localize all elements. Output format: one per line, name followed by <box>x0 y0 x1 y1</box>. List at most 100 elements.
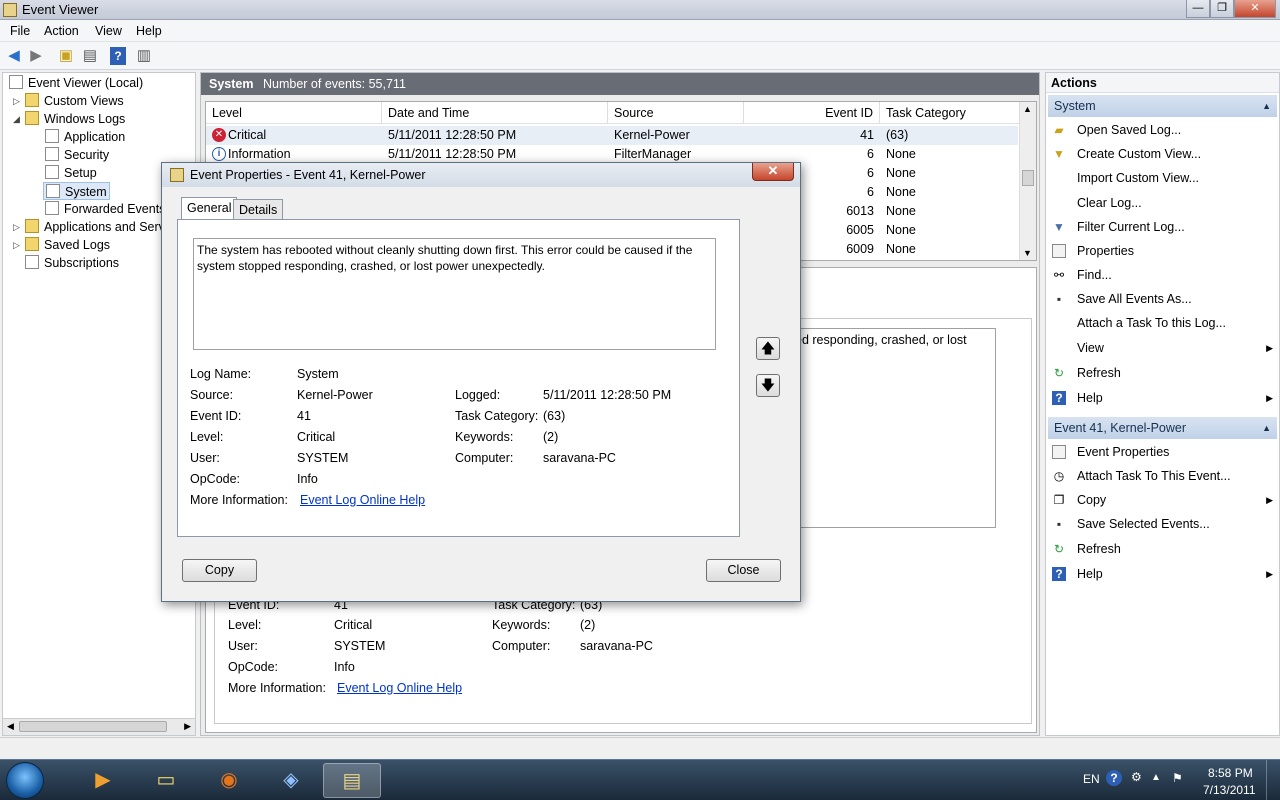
tree-item-saved-logs[interactable]: ▷ Saved Logs <box>13 236 110 254</box>
clock-date[interactable]: 7/13/2011 <box>1203 783 1256 797</box>
keywords-value: (2) <box>543 430 559 444</box>
tab-details[interactable]: Details <box>233 199 284 221</box>
menu-file[interactable]: File <box>10 24 30 38</box>
collapse-icon[interactable]: ▲ <box>1262 95 1271 117</box>
column-date-time[interactable]: Date and Time <box>382 102 608 124</box>
event-viewer-icon <box>9 75 23 89</box>
expand-arrow-icon[interactable]: ▷ <box>13 218 20 236</box>
action-center-flag-icon[interactable]: ⚑ <box>1172 771 1183 785</box>
tray-settings-icon[interactable]: ⚙ <box>1131 770 1142 784</box>
action-help-event[interactable]: ? Help ▶ <box>1050 563 1275 585</box>
detail-computer-label: Computer: <box>492 639 551 653</box>
scroll-up-icon[interactable]: ▲ <box>1023 104 1032 114</box>
tree-item-event-viewer-local[interactable]: Event Viewer (Local) <box>9 74 143 92</box>
detail-online-help-link[interactable]: Event Log Online Help <box>337 681 462 695</box>
tree-horizontal-scrollbar[interactable]: ◀ ▶ <box>3 718 195 735</box>
column-task-category[interactable]: Task Category <box>880 102 1020 124</box>
clock-time[interactable]: 8:58 PM <box>1208 766 1253 780</box>
scroll-down-icon[interactable]: ▼ <box>1023 248 1032 258</box>
menu-help[interactable]: Help <box>136 24 162 38</box>
tab-general[interactable]: General <box>181 197 238 221</box>
menu-view[interactable]: View <box>95 24 122 38</box>
scroll-thumb[interactable] <box>1022 170 1034 186</box>
action-create-custom-view[interactable]: ▼ Create Custom View... <box>1050 143 1275 165</box>
action-help[interactable]: ? Help ▶ <box>1050 387 1275 409</box>
collapse-icon[interactable]: ▲ <box>1262 417 1271 439</box>
tree-item-windows-logs[interactable]: ◢ Windows Logs <box>13 110 125 128</box>
action-find[interactable]: ⚯ Find... <box>1050 264 1275 286</box>
computer-value: saravana-PC <box>543 451 616 465</box>
show-hidden-icons[interactable]: ▲ <box>1151 772 1161 783</box>
action-refresh[interactable]: ↻ Refresh <box>1050 362 1275 384</box>
tree-item-applications-services[interactable]: ▷ Applications and Servi <box>13 218 168 236</box>
action-event-properties[interactable]: Event Properties <box>1050 441 1275 463</box>
tree-item-subscriptions[interactable]: Subscriptions <box>25 254 119 272</box>
folder-icon <box>25 93 39 107</box>
maximize-button[interactable]: ❐ <box>1210 0 1234 18</box>
action-attach-task-log[interactable]: Attach a Task To this Log... <box>1050 312 1275 334</box>
expand-arrow-icon[interactable]: ▷ <box>13 92 20 110</box>
action-filter-current-log[interactable]: ▼ Filter Current Log... <box>1050 216 1275 238</box>
back-arrow-icon[interactable]: ◀ <box>4 46 24 66</box>
log-name-value: System <box>297 367 339 381</box>
copy-icon: ❐ <box>1053 493 1065 507</box>
help-icon[interactable]: ? <box>110 47 126 65</box>
actions-header: Actions <box>1046 73 1279 93</box>
scroll-thumb[interactable] <box>19 721 167 732</box>
folder-icon <box>25 219 39 233</box>
copy-button[interactable]: Copy <box>182 559 257 582</box>
previous-event-button[interactable]: 🡅 <box>756 337 780 360</box>
critical-icon: ✕ <box>212 128 226 142</box>
event-properties-dialog: Event Properties - Event 41, Kernel-Powe… <box>161 162 801 602</box>
actions-section-system[interactable]: System ▲ <box>1048 95 1277 117</box>
network-app-icon[interactable]: ◈ <box>262 763 320 798</box>
scroll-left-icon[interactable]: ◀ <box>7 721 14 732</box>
help-tray-icon[interactable]: ? <box>1106 770 1122 786</box>
action-import-custom-view[interactable]: Import Custom View... <box>1050 167 1275 189</box>
action-save-selected-events[interactable]: ▪ Save Selected Events... <box>1050 513 1275 535</box>
tree-item-security[interactable]: Security <box>45 146 109 164</box>
tree-item-setup[interactable]: Setup <box>45 164 97 182</box>
action-refresh-event[interactable]: ↻ Refresh <box>1050 538 1275 560</box>
table-vertical-scrollbar[interactable]: ▲ ▼ <box>1019 102 1036 260</box>
collapse-arrow-icon[interactable]: ◢ <box>13 110 20 128</box>
show-desktop-button[interactable] <box>1266 760 1280 800</box>
menu-action[interactable]: Action <box>44 24 79 38</box>
scroll-right-icon[interactable]: ▶ <box>184 721 191 732</box>
action-attach-task-event[interactable]: ◷ Attach Task To This Event... <box>1050 465 1275 487</box>
firefox-icon[interactable]: ◉ <box>200 763 258 798</box>
next-event-button[interactable]: 🡇 <box>756 374 780 397</box>
column-level[interactable]: Level <box>206 102 382 124</box>
expand-arrow-icon[interactable]: ▷ <box>13 236 20 254</box>
online-help-link[interactable]: Event Log Online Help <box>300 493 425 507</box>
action-save-all-events[interactable]: ▪ Save All Events As... <box>1050 288 1275 310</box>
minimize-button[interactable]: — <box>1186 0 1210 18</box>
event-viewer-taskbar-icon[interactable]: ▤ <box>323 763 381 798</box>
table-row[interactable]: ✕ Critical 5/11/2011 12:28:50 PM Kernel-… <box>206 126 1018 145</box>
action-properties[interactable]: Properties <box>1050 240 1275 262</box>
action-view[interactable]: View ▶ <box>1050 337 1275 359</box>
tree-item-custom-views[interactable]: ▷ Custom Views <box>13 92 124 110</box>
level-label: Level: <box>190 430 224 444</box>
column-source[interactable]: Source <box>608 102 744 124</box>
column-event-id[interactable]: Event ID <box>744 102 880 124</box>
taskbar: ▶ ▭ ◉ ◈ ▤ EN ? ⚙ ▲ ⚑ 8:58 PM 7/13/2011 <box>0 759 1280 800</box>
explorer-icon[interactable]: ▭ <box>137 763 195 798</box>
tree-item-application[interactable]: Application <box>45 128 125 146</box>
action-open-saved-log[interactable]: ▰ Open Saved Log... <box>1050 119 1275 141</box>
forward-arrow-icon[interactable]: ▶ <box>26 46 46 66</box>
show-hide-tree-icon[interactable]: ▤ <box>80 46 100 66</box>
up-folder-icon[interactable]: ▣ <box>56 46 76 66</box>
tree-item-system[interactable]: System <box>43 182 110 200</box>
close-dialog-button[interactable]: Close <box>706 559 781 582</box>
show-hide-actions-icon[interactable]: ▥ <box>134 46 154 66</box>
tree-item-forwarded-events[interactable]: Forwarded Events <box>45 200 165 218</box>
action-clear-log[interactable]: Clear Log... <box>1050 192 1275 214</box>
start-button[interactable] <box>6 762 44 799</box>
dialog-close-button[interactable]: ✕ <box>752 163 794 181</box>
media-player-icon[interactable]: ▶ <box>74 763 132 798</box>
language-indicator[interactable]: EN <box>1083 772 1100 786</box>
close-button[interactable]: ✕ <box>1234 0 1276 18</box>
action-copy[interactable]: ❐ Copy ▶ <box>1050 489 1275 511</box>
actions-section-event[interactable]: Event 41, Kernel-Power ▲ <box>1048 417 1277 439</box>
